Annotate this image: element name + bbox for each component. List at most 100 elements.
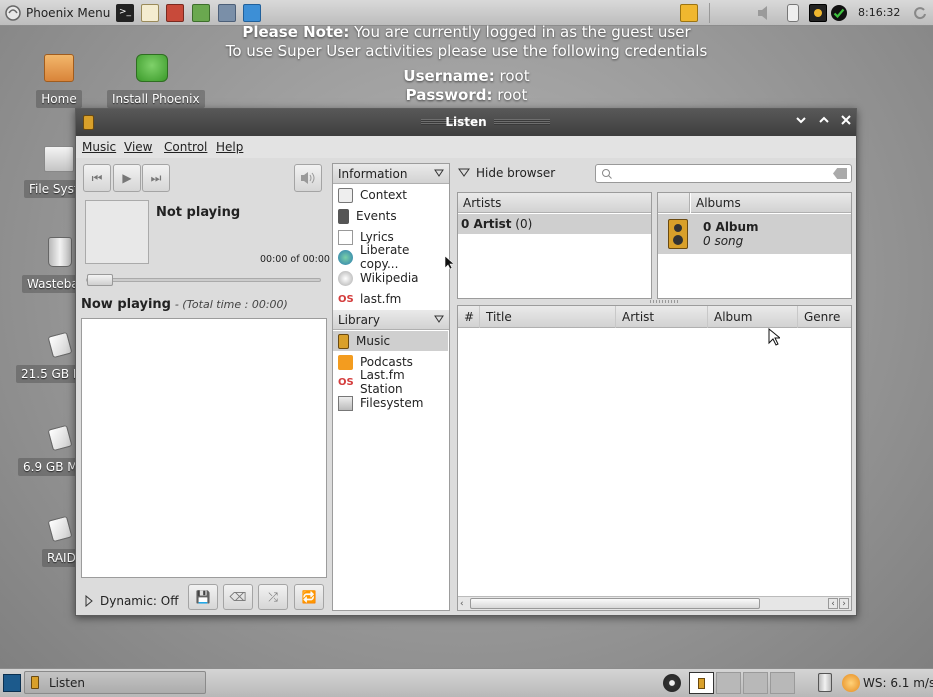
dynamic-label: Dynamic: Off: [100, 594, 179, 608]
total-time: - (Total time : 00:00): [174, 298, 288, 311]
next-button[interactable]: ⏭: [142, 164, 170, 192]
scrollbar-thumb[interactable]: [470, 598, 760, 609]
media-indicator-icon[interactable]: [809, 4, 827, 22]
workspace-1[interactable]: [689, 672, 714, 694]
shuffle-button[interactable]: ⤮: [258, 584, 288, 610]
play-button[interactable]: ▶: [113, 164, 141, 192]
menu-music[interactable]: Music: [82, 140, 116, 154]
source-events[interactable]: Events: [333, 206, 448, 226]
horizontal-scrollbar[interactable]: ‹ ‹ ›: [458, 596, 851, 610]
previous-button[interactable]: ⏮: [83, 164, 111, 192]
weather-readout[interactable]: WS: 6.1 m/s: [863, 676, 933, 690]
weather-icon[interactable]: [842, 674, 860, 692]
pane-splitter[interactable]: [650, 300, 680, 303]
album-row[interactable]: 0 Album 0 song: [658, 214, 851, 254]
seek-bar[interactable]: [86, 274, 321, 286]
source-liberate-copy[interactable]: Liberate copy...: [333, 243, 448, 271]
column-title[interactable]: Title: [480, 306, 616, 328]
albums-header[interactable]: Albums: [691, 193, 851, 213]
trash-tray-icon[interactable]: [818, 673, 832, 692]
workspace-3[interactable]: [743, 672, 768, 694]
save-playlist-button[interactable]: 💾: [188, 584, 218, 610]
bottom-taskbar: Listen WS: 6.1 m/s: [0, 668, 933, 697]
sources-pane: Information Context Events Lyrics Libera…: [332, 163, 450, 611]
now-playing-list[interactable]: [81, 318, 327, 578]
dropdown-arrow-icon: [434, 315, 444, 323]
source-wikipedia[interactable]: Wikipedia: [333, 268, 448, 288]
drive-icon: [47, 424, 73, 452]
workspace-2[interactable]: [716, 672, 741, 694]
listen-window: Listen Music View Control Help ⏮ ▶ ⏭ Not…: [75, 108, 857, 616]
column-genre[interactable]: Genre: [798, 306, 851, 328]
column-album[interactable]: Album: [708, 306, 798, 328]
library-header[interactable]: Library: [333, 310, 449, 330]
settings-tools-icon[interactable]: [218, 4, 236, 22]
text-editor-icon[interactable]: [141, 4, 159, 22]
desktop-icon-home[interactable]: Home: [36, 54, 82, 108]
now-playing-label: Now playing: [81, 297, 171, 312]
search-input[interactable]: [595, 164, 852, 183]
terminal-icon[interactable]: >_: [116, 4, 134, 22]
desktop-icon-install-phoenix[interactable]: Install Phoenix: [107, 54, 205, 108]
speaker-icon: [338, 208, 349, 224]
close-button[interactable]: [838, 114, 854, 130]
mouse-pointer-icon: [445, 256, 453, 270]
refresh-icon[interactable]: [913, 6, 927, 20]
source-lastfm[interactable]: OS last.fm: [333, 289, 448, 309]
shuffle-icon: ⤮: [268, 589, 278, 604]
user-icon[interactable]: [680, 4, 698, 22]
username-value: root: [499, 67, 530, 85]
menu-view[interactable]: View: [124, 140, 152, 154]
album-art-column[interactable]: [658, 193, 690, 213]
now-playing-header: Now playing - (Total time : 00:00): [81, 297, 288, 312]
information-header[interactable]: Information: [333, 164, 449, 184]
package-install-icon[interactable]: [192, 4, 210, 22]
tracks-header-row: # Title Artist Album Genre: [458, 306, 851, 328]
artists-header[interactable]: Artists: [458, 193, 651, 213]
filesystem-icon: [44, 146, 74, 172]
tracks-table: # Title Artist Album Genre ‹ ‹ ›: [457, 305, 852, 611]
clear-playlist-button[interactable]: ⌫: [223, 584, 253, 610]
window-titlebar[interactable]: Listen: [76, 109, 856, 136]
workspace-4[interactable]: [770, 672, 795, 694]
maximize-button[interactable]: [816, 114, 832, 130]
volume-button[interactable]: [294, 164, 322, 192]
speaker-icon: [338, 333, 349, 349]
scroll-right-arrow-icon[interactable]: ›: [839, 598, 849, 609]
phoenix-logo-icon: [5, 5, 21, 21]
minimize-button[interactable]: [793, 114, 809, 130]
menu-control[interactable]: Control: [164, 140, 207, 154]
scroll-left-arrow-icon[interactable]: ‹: [828, 598, 838, 609]
source-lastfm-station[interactable]: OS Last.fm Station: [333, 368, 448, 396]
collapse-arrow-icon: [458, 168, 470, 177]
listen-app-icon: [31, 676, 39, 689]
media-tray-icon[interactable]: [663, 674, 681, 692]
clear-search-icon[interactable]: [833, 168, 847, 179]
playback-time: 00:00 of 00:00: [260, 254, 330, 265]
username-label: Username:: [403, 67, 495, 85]
dynamic-toggle[interactable]: Dynamic: Off: [84, 594, 179, 608]
desktop-icon-label: Install Phoenix: [107, 90, 205, 108]
scroll-left-arrow-icon[interactable]: ‹: [460, 599, 470, 609]
artist-row[interactable]: 0 Artist (0): [458, 214, 651, 234]
dropdown-arrow-icon: [434, 169, 444, 177]
hide-browser-toggle[interactable]: Hide browser: [458, 166, 555, 180]
column-number[interactable]: #: [458, 306, 480, 328]
repeat-button[interactable]: 🔁: [294, 584, 324, 610]
source-filesystem[interactable]: Filesystem: [333, 393, 448, 413]
taskbar-button-listen[interactable]: Listen: [24, 671, 206, 694]
seek-handle[interactable]: [87, 274, 113, 286]
source-context[interactable]: Context: [333, 185, 448, 205]
network-icon[interactable]: [243, 4, 261, 22]
toolbox-icon[interactable]: [166, 4, 184, 22]
notice-bold: Please Note:: [242, 23, 350, 41]
source-music[interactable]: Music: [333, 331, 448, 351]
column-artist[interactable]: Artist: [616, 306, 708, 328]
menu-help[interactable]: Help: [216, 140, 243, 154]
show-desktop-icon[interactable]: [3, 674, 21, 692]
speaker-icon: [668, 219, 688, 249]
battery-icon[interactable]: [787, 4, 799, 22]
clock[interactable]: 8:16:32: [858, 6, 900, 19]
volume-icon[interactable]: [756, 5, 774, 21]
checkmark-icon[interactable]: [830, 4, 848, 22]
